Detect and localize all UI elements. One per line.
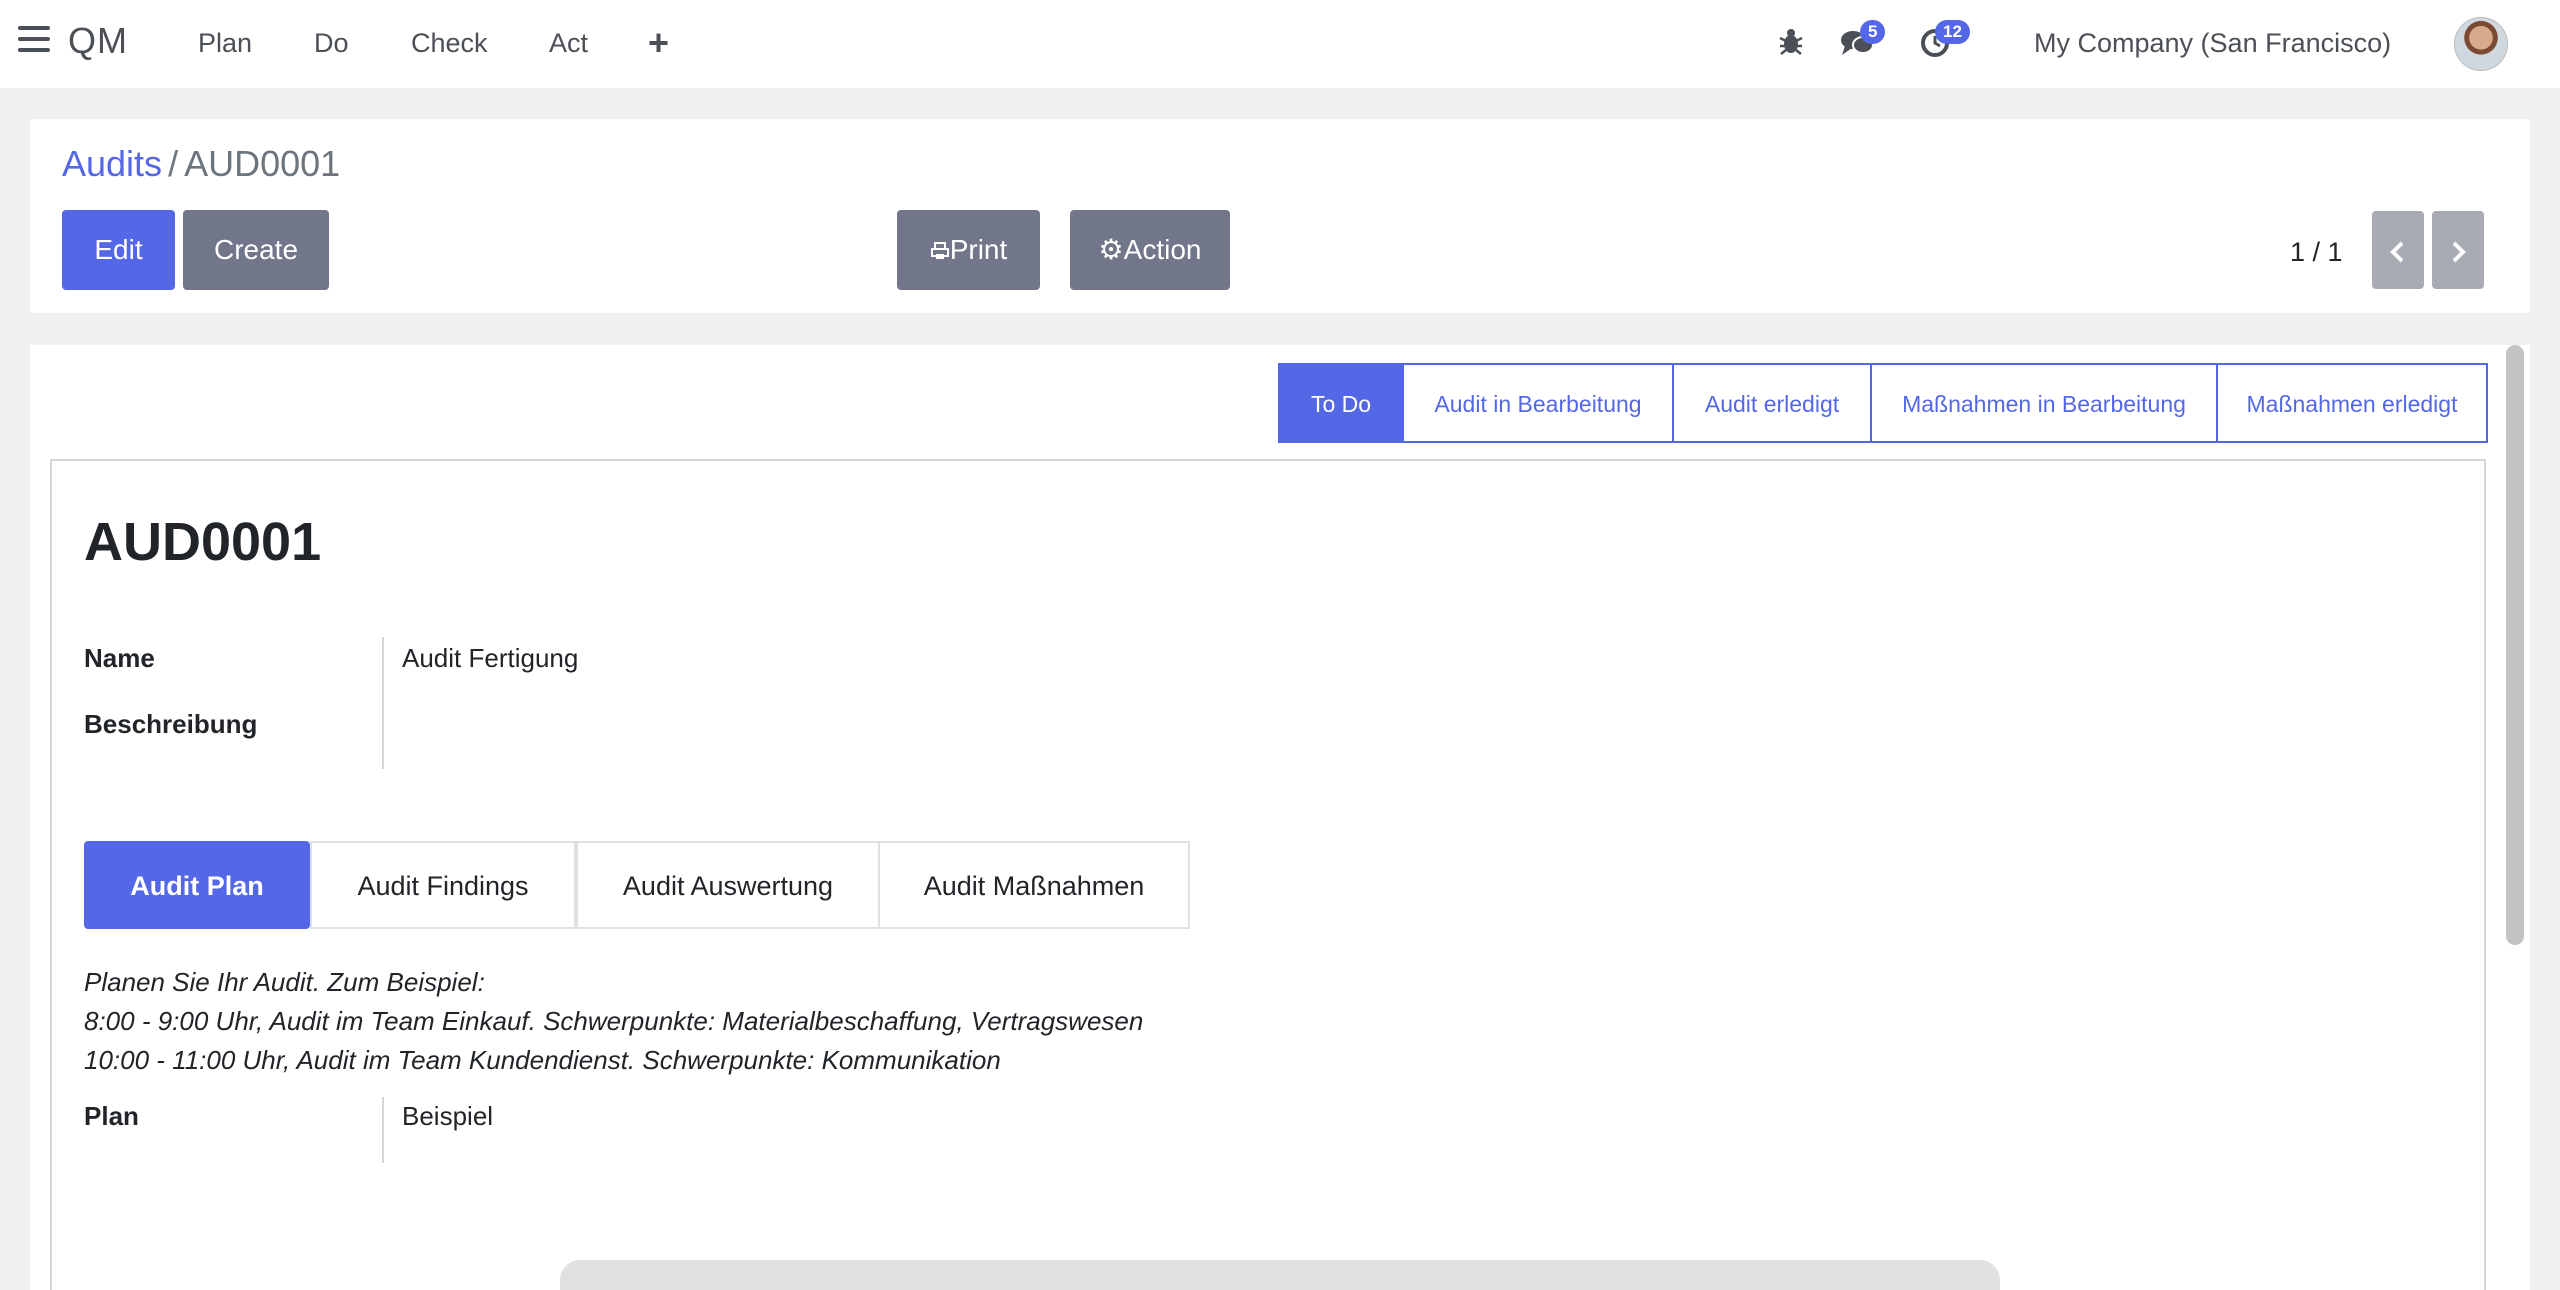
- menu-check[interactable]: Check: [411, 28, 488, 59]
- plus-icon[interactable]: +: [648, 22, 669, 64]
- print-label: Print: [949, 234, 1008, 265]
- action-label: Action: [1123, 234, 1202, 265]
- breadcrumb-current: AUD0001: [184, 143, 341, 184]
- breadcrumb-separator: /: [168, 143, 179, 184]
- form-sheet: AUD0001 Name Audit Fertigung Beschreibun…: [50, 459, 2486, 1290]
- menu-do[interactable]: Do: [314, 28, 349, 59]
- create-button[interactable]: Create: [183, 210, 329, 290]
- stage-audit-in-bearbeitung[interactable]: Audit in Bearbeitung: [1402, 363, 1674, 443]
- field-divider: [382, 1097, 384, 1163]
- breadcrumb-audits-link[interactable]: Audits: [62, 143, 162, 184]
- help-line: 8:00 - 9:00 Uhr, Audit im Team Einkauf. …: [84, 1006, 1144, 1036]
- print-button[interactable]: Print: [897, 210, 1040, 290]
- description-field[interactable]: [402, 709, 1602, 749]
- plan-label: Plan: [84, 1101, 139, 1131]
- menu-act[interactable]: Act: [549, 28, 588, 59]
- chevron-right-icon: [2452, 241, 2466, 262]
- pager-next-button[interactable]: [2432, 211, 2484, 289]
- gear-icon: ⚙: [1098, 234, 1124, 265]
- pager-previous-button[interactable]: [2372, 211, 2424, 289]
- app-brand[interactable]: QM: [68, 20, 128, 62]
- printer-icon: [930, 242, 949, 259]
- help-line: Planen Sie Ihr Audit. Zum Beispiel:: [84, 967, 485, 997]
- pager-value[interactable]: 1 / 1: [2290, 237, 2343, 268]
- stage-audit-erledigt[interactable]: Audit erledigt: [1672, 363, 1872, 443]
- plan-help-text: Planen Sie Ihr Audit. Zum Beispiel: 8:00…: [84, 963, 1143, 1080]
- record-title: AUD0001: [84, 512, 322, 572]
- tab-audit-findings[interactable]: Audit Findings: [310, 841, 576, 929]
- control-panel: Audits / AUD0001 Edit Create Print ⚙Action…: [30, 119, 2530, 313]
- stage-massnahmen-in-bearbeitung[interactable]: Maßnahmen in Bearbeitung: [1870, 363, 2218, 443]
- chevron-left-icon: [2390, 241, 2404, 262]
- activities-badge: 12: [1935, 20, 1970, 44]
- edit-button[interactable]: Edit: [62, 210, 175, 290]
- menu-plan[interactable]: Plan: [198, 28, 252, 59]
- name-label: Name: [84, 643, 155, 673]
- description-label: Beschreibung: [84, 709, 258, 739]
- stage-to-do[interactable]: To Do: [1278, 363, 1404, 443]
- help-line: 10:00 - 11:00 Uhr, Audit im Team Kundend…: [84, 1045, 1001, 1075]
- company-switcher[interactable]: My Company (San Francisco): [2034, 28, 2391, 59]
- user-avatar[interactable]: [2454, 17, 2508, 71]
- messages-badge: 5: [1860, 20, 1886, 44]
- bottom-overlay: [560, 1260, 2000, 1290]
- menu-toggle-icon[interactable]: [18, 26, 50, 58]
- name-field[interactable]: Audit Fertigung: [402, 643, 578, 674]
- tab-audit-massnahmen[interactable]: Audit Maßnahmen: [878, 841, 1190, 929]
- field-divider: [382, 637, 384, 769]
- tab-audit-auswertung[interactable]: Audit Auswertung: [576, 841, 880, 929]
- plan-field[interactable]: Beispiel: [402, 1101, 493, 1132]
- tab-audit-plan[interactable]: Audit Plan: [84, 841, 310, 929]
- stage-massnahmen-erledigt[interactable]: Maßnahmen erledigt: [2216, 363, 2488, 443]
- bug-icon[interactable]: [1778, 26, 1804, 56]
- breadcrumb: Audits / AUD0001: [62, 143, 340, 185]
- action-button[interactable]: ⚙Action: [1070, 210, 1230, 290]
- scrollbar[interactable]: [2506, 345, 2524, 945]
- top-navbar: QM Plan Do Check Act + 5 12 My Company (…: [0, 0, 2560, 88]
